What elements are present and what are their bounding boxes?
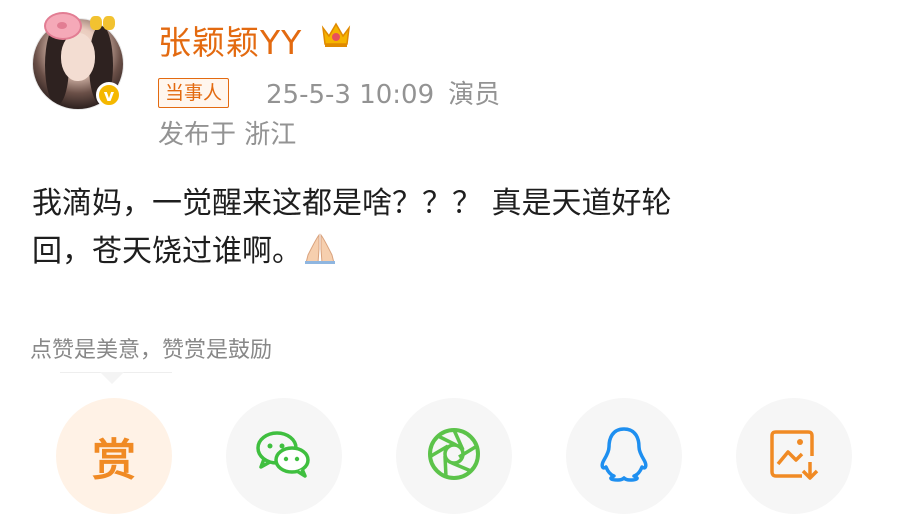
save-image-icon: [768, 426, 820, 486]
qq-share-button[interactable]: [566, 398, 682, 514]
moments-share-button[interactable]: [396, 398, 512, 514]
wechat-icon: [254, 427, 314, 485]
crown-icon[interactable]: [320, 20, 352, 55]
reward-caret-icon: [100, 372, 124, 384]
reward-button[interactable]: 赏: [56, 398, 172, 514]
save-image-button[interactable]: [736, 398, 852, 514]
post-meta: 25-5-3 10:09 演员: [266, 74, 500, 111]
post-location: 发布于 浙江: [158, 120, 297, 150]
reward-button-label: 赏: [92, 435, 136, 486]
qq-penguin-icon: [598, 425, 650, 487]
post-text-line-1: 我滴妈，一觉醒来这都是啥？？？ 真是天道好轮: [32, 186, 672, 221]
verified-badge-icon: v: [96, 82, 122, 108]
moments-aperture-icon: [426, 426, 482, 486]
avatar-face: [61, 33, 95, 81]
user-role: 演员: [448, 80, 501, 110]
post-text-line-2: 回，苍天饶过谁啊。: [32, 234, 302, 269]
post-text-line-2-wrap: 回，苍天饶过谁啊。: [32, 228, 832, 277]
avatar-wrapper[interactable]: v: [30, 12, 130, 110]
bow-ornament-icon: [90, 14, 116, 32]
pig-ornament-icon: [44, 12, 82, 40]
wechat-share-button[interactable]: [226, 398, 342, 514]
post-timestamp: 25-5-3 10:09: [266, 80, 435, 110]
praying-hands-icon: [302, 233, 338, 268]
user-name[interactable]: 张颖颖YY: [158, 16, 302, 64]
party-badge: 当事人: [158, 78, 230, 108]
reward-tip: 点赞是美意，赞赏是鼓励: [30, 338, 273, 363]
post-content: 我滴妈，一觉醒来这都是啥？？？ 真是天道好轮 回，苍天饶过谁啊。: [32, 180, 832, 277]
